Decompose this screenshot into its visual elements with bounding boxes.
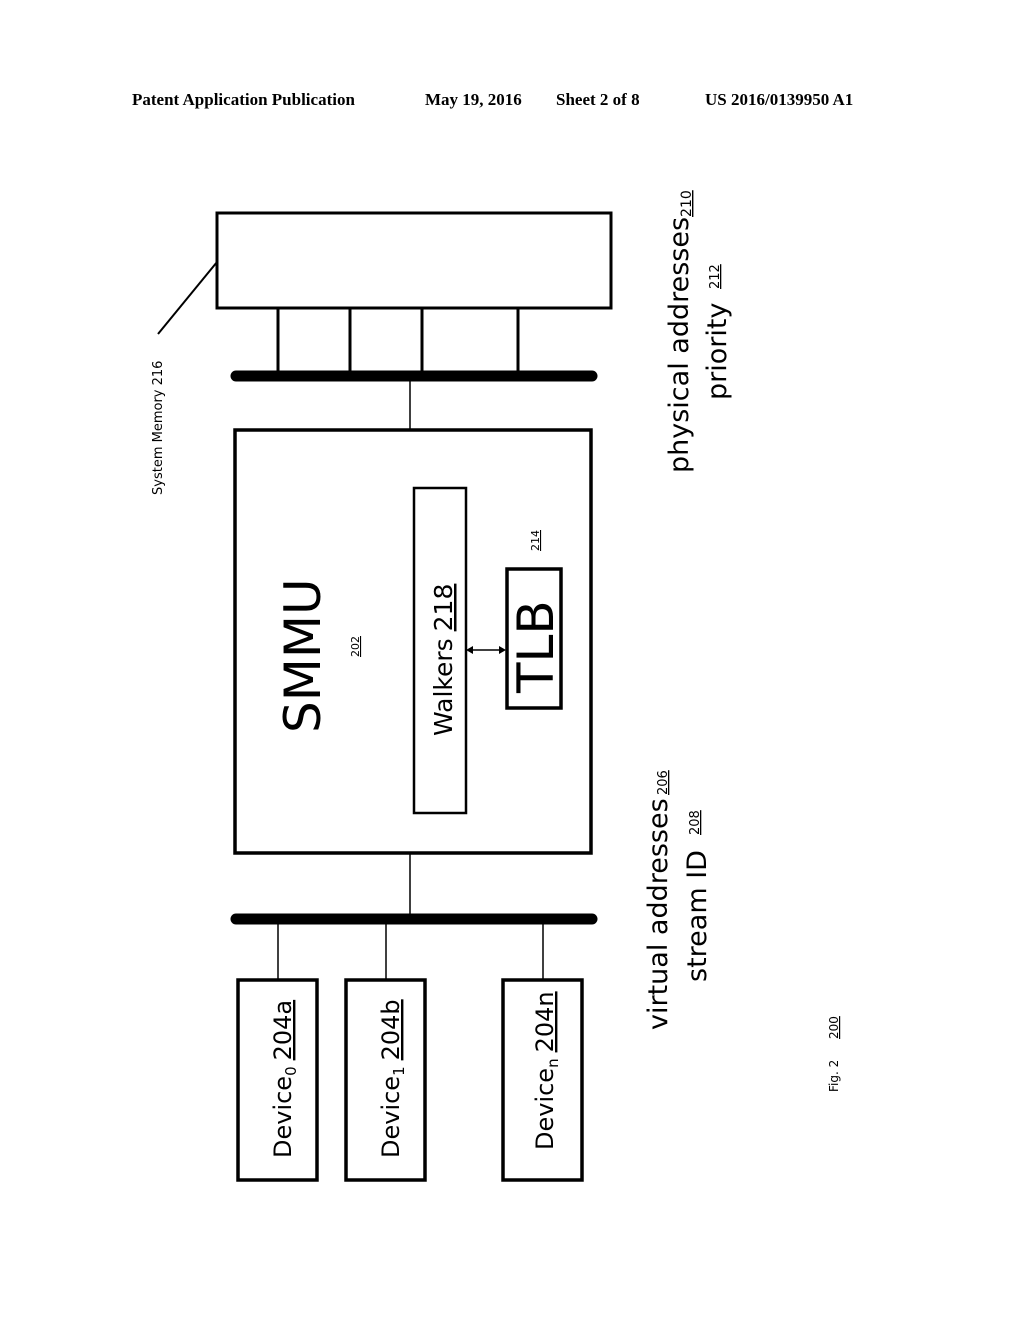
- priority-label: priority: [702, 303, 733, 400]
- figure-label: Fig. 2: [827, 1060, 841, 1092]
- stream-id-label: stream ID: [682, 850, 713, 982]
- walkers-tlb-arrow: [466, 646, 506, 654]
- physical-addresses-text: physical addresses210: [664, 190, 695, 473]
- device-n: Devicen204n: [501, 978, 584, 1182]
- tlb-ref: 214: [529, 530, 542, 551]
- figure-diagram: System Memory 216 SMMU 202 Walkers 218 TL…: [151, 190, 841, 1182]
- virtual-addresses-ref: 206: [656, 770, 671, 795]
- smmu-label: SMMU: [274, 578, 332, 733]
- tlb-label: TLB: [507, 600, 565, 694]
- system-memory-box: [215, 211, 613, 310]
- walkers-text: Walkers 218: [429, 584, 458, 736]
- virtual-addresses-label: virtual addresses: [643, 798, 674, 1030]
- system-memory-leader-line: [157, 261, 218, 335]
- device-label: Device0204a: [269, 1000, 300, 1158]
- physical-addresses-ref: 210: [679, 190, 695, 217]
- device-1: Device1204b: [344, 978, 427, 1182]
- memory-connectors: [276, 308, 520, 375]
- walkers-ref: 218: [429, 584, 458, 632]
- system-memory-label: System Memory 216: [151, 361, 166, 495]
- stream-id-ref: 208: [688, 810, 703, 835]
- walkers-label: Walkers: [429, 638, 458, 736]
- physical-addresses-label: physical addresses: [664, 217, 695, 473]
- priority-ref: 212: [708, 264, 723, 289]
- device-label: Devicen204n: [531, 991, 562, 1150]
- figure-ref: 200: [827, 1016, 841, 1039]
- device-label: Device1204b: [377, 999, 408, 1158]
- arrow-head-right: [499, 646, 506, 654]
- device-0: Device0204a: [236, 978, 319, 1182]
- smmu-ref: 202: [349, 636, 362, 657]
